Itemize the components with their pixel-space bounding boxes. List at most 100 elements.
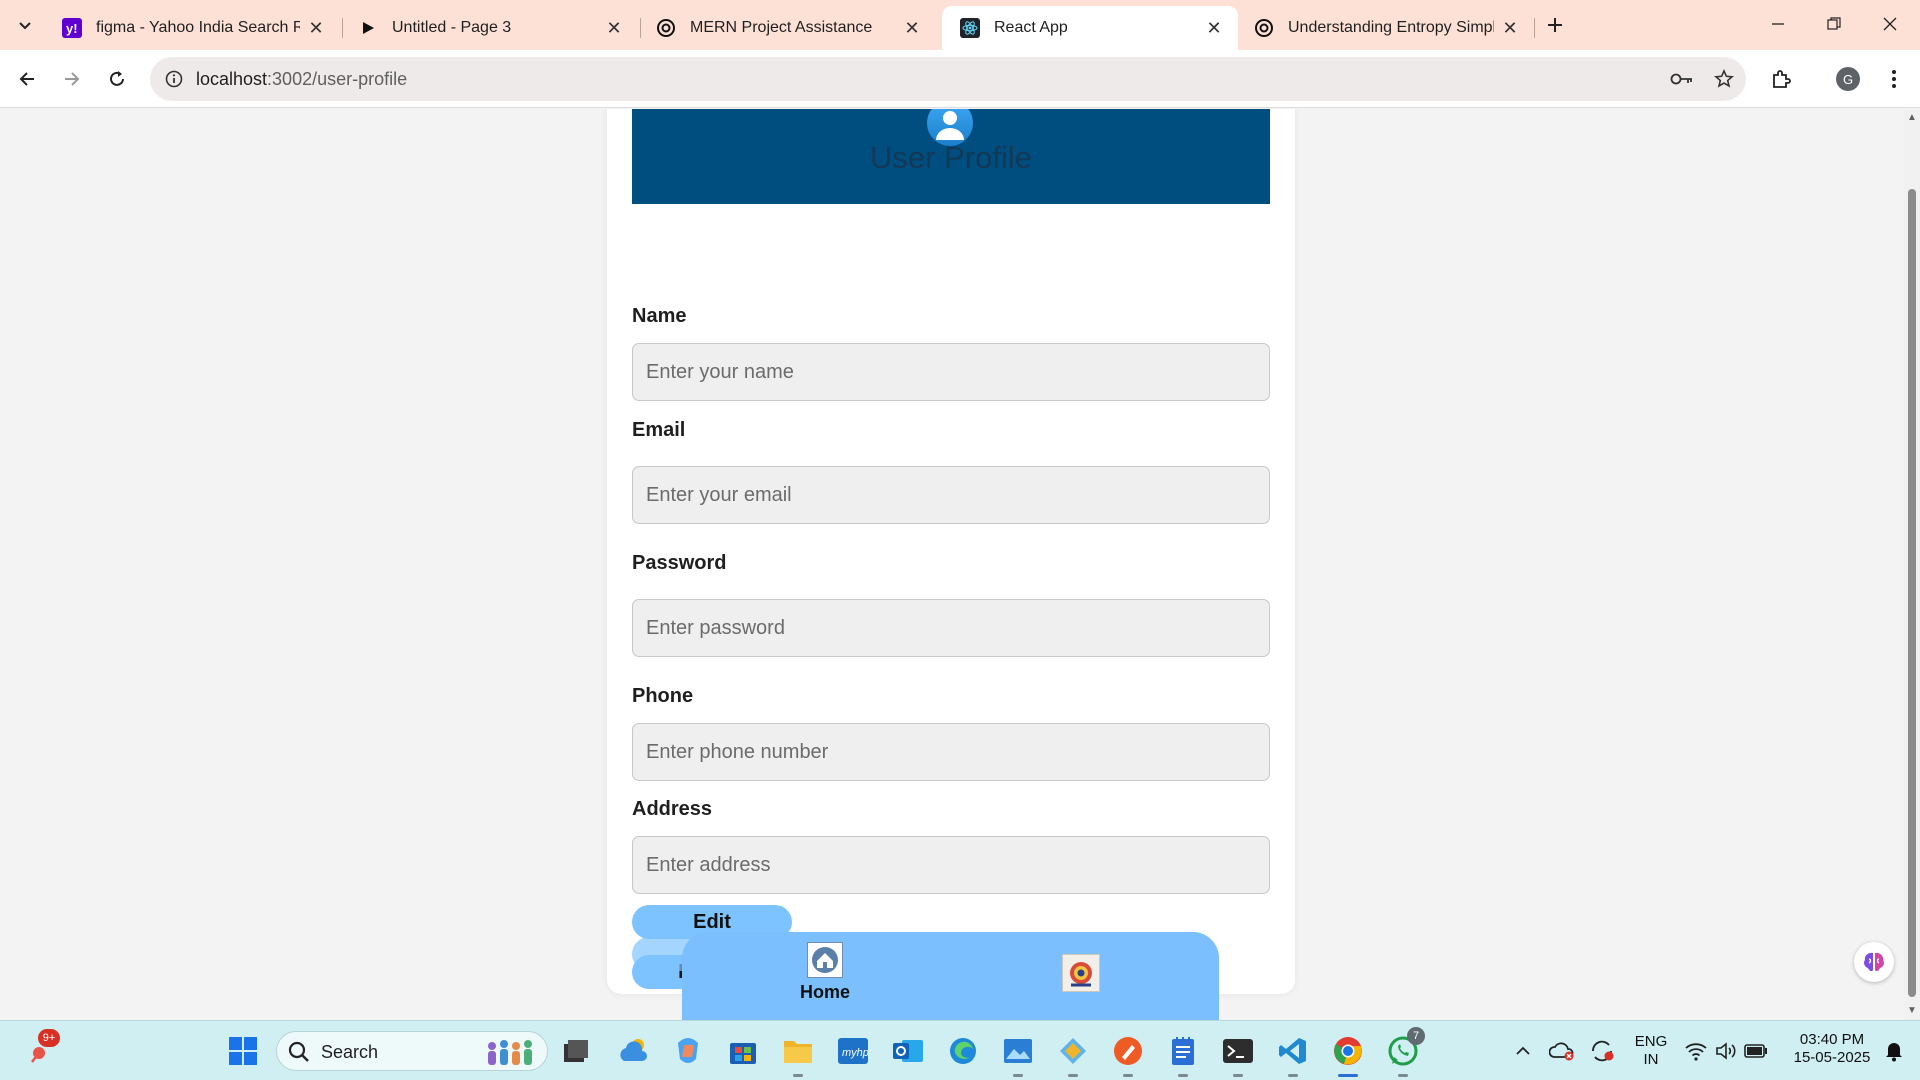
sync-tray-icon[interactable] [1584, 1033, 1620, 1069]
tab-title: Untitled - Page 3 [392, 19, 512, 36]
profile-avatar[interactable]: G [1836, 67, 1860, 91]
page-viewport: User Profile Name Email Password Phone A… [0, 109, 1904, 1020]
widgets-button[interactable]: 9+ [24, 1029, 60, 1069]
wifi-tray-icon[interactable] [1680, 1033, 1712, 1069]
copilot-app[interactable] [670, 1033, 706, 1069]
email-input[interactable] [632, 466, 1270, 524]
store-app[interactable] [725, 1033, 761, 1069]
taskbar-search[interactable]: Search [276, 1031, 548, 1071]
notepad-icon [1172, 1037, 1194, 1065]
yahoo-icon: y! [62, 18, 82, 38]
file-explorer-app[interactable] [780, 1033, 816, 1077]
vscode-app[interactable] [1275, 1033, 1311, 1077]
phone-label: Phone [632, 685, 694, 707]
name-label: Name [632, 305, 687, 327]
tab-untitled[interactable]: Untitled - Page 3 ✕ [340, 6, 638, 50]
gitkraken-icon [1060, 1038, 1086, 1064]
browser-menu-button[interactable] [1876, 61, 1912, 97]
reload-button[interactable] [99, 61, 135, 97]
terminal-icon [1223, 1039, 1253, 1063]
nav-home[interactable]: Home [795, 942, 855, 1003]
scroll-down-arrow-icon[interactable]: ▼ [1907, 1006, 1917, 1016]
volume-tray-icon[interactable] [1710, 1033, 1742, 1069]
bookmark-star-icon[interactable] [1710, 65, 1738, 93]
tab-divider [1534, 18, 1535, 38]
battery-tray-icon[interactable] [1740, 1033, 1772, 1069]
close-icon[interactable]: ✕ [306, 18, 326, 38]
search-label: Search [321, 1042, 379, 1062]
sync-icon [1592, 1040, 1614, 1062]
address-input[interactable] [632, 836, 1270, 894]
chrome-app[interactable] [1330, 1033, 1366, 1077]
weather-app[interactable] [616, 1033, 652, 1069]
name-input[interactable] [632, 343, 1270, 401]
close-icon[interactable]: ✕ [604, 18, 624, 38]
page-scrollbar[interactable]: ▲ ▼ [1904, 109, 1920, 1020]
password-input[interactable] [632, 599, 1270, 657]
task-view-icon [564, 1040, 588, 1062]
terminal-app[interactable] [1220, 1033, 1256, 1077]
minimize-button[interactable] [1758, 8, 1798, 40]
more-vertical-icon [1892, 70, 1896, 88]
profile-banner: User Profile [632, 109, 1270, 204]
store-icon [730, 1043, 756, 1064]
running-indicator [1013, 1074, 1023, 1077]
close-icon[interactable]: ✕ [1204, 18, 1224, 38]
edge-icon [950, 1038, 976, 1064]
postman-app[interactable] [1110, 1033, 1146, 1077]
phone-input[interactable] [632, 723, 1270, 781]
tab-search-button[interactable] [10, 10, 40, 40]
openai-icon [656, 18, 676, 38]
start-button[interactable] [225, 1033, 261, 1069]
nav-emblem[interactable] [1062, 954, 1100, 992]
edge-app[interactable] [945, 1033, 981, 1069]
back-button[interactable] [9, 61, 45, 97]
git-app[interactable] [1055, 1033, 1091, 1077]
profile-card: User Profile Name Email Password Phone A… [607, 109, 1295, 994]
forward-button[interactable] [54, 61, 90, 97]
hp-app[interactable]: myhp [835, 1033, 871, 1069]
outlook-app[interactable] [890, 1033, 926, 1069]
tab-title: React App [994, 19, 1068, 36]
whatsapp-app[interactable]: 7 [1385, 1027, 1425, 1077]
clock-date: 15-05-2025 [1793, 1049, 1871, 1066]
speaker-icon [1716, 1042, 1736, 1060]
onedrive-tray-icon[interactable] [1544, 1033, 1580, 1069]
show-hidden-icons-button[interactable] [1505, 1033, 1541, 1069]
windows-logo-icon [229, 1037, 257, 1065]
home-icon [807, 942, 843, 978]
new-tab-button[interactable] [1540, 10, 1570, 40]
notepad-app[interactable] [1165, 1033, 1201, 1077]
assistant-brain-button[interactable] [1854, 942, 1894, 982]
task-view-button[interactable] [558, 1033, 594, 1069]
language-indicator[interactable]: ENG IN [1628, 1033, 1674, 1069]
close-icon [1883, 17, 1897, 31]
password-key-icon[interactable] [1668, 65, 1696, 93]
windows-taskbar: 9+ Search myhp 7 ENG IN 03:40 PM 15-05-2… [0, 1020, 1920, 1080]
scroll-up-arrow-icon[interactable]: ▲ [1907, 113, 1917, 123]
extensions-button[interactable] [1763, 61, 1799, 97]
notifications-button[interactable] [1878, 1033, 1910, 1069]
close-icon[interactable]: ✕ [1500, 18, 1520, 38]
vscode-icon [1279, 1038, 1306, 1064]
hp-icon: myhp [838, 1038, 869, 1064]
clock[interactable]: 03:40 PM 15-05-2025 [1784, 1031, 1880, 1067]
scrollbar-thumb[interactable] [1908, 189, 1916, 997]
close-window-button[interactable] [1870, 8, 1910, 40]
tab-react-app[interactable]: React App ✕ [942, 6, 1238, 50]
address-bar[interactable]: localhost:3002/user-profile [150, 57, 1746, 101]
password-label: Password [632, 552, 727, 574]
tab-entropy[interactable]: Understanding Entropy Simply ✕ [1236, 6, 1534, 50]
close-icon[interactable]: ✕ [902, 18, 922, 38]
tab-mern[interactable]: MERN Project Assistance ✕ [638, 6, 936, 50]
photos-app[interactable] [1000, 1033, 1036, 1077]
url-text[interactable]: localhost:3002/user-profile [196, 69, 407, 90]
openai-icon [1254, 18, 1274, 38]
running-indicator [1338, 1074, 1358, 1077]
restore-button[interactable] [1814, 8, 1854, 40]
react-icon [960, 18, 980, 38]
tab-yahoo[interactable]: y! figma - Yahoo India Search Resu ✕ [44, 6, 340, 50]
folder-icon [784, 1041, 812, 1063]
running-indicator [1178, 1074, 1188, 1077]
site-info-icon[interactable] [160, 65, 188, 93]
